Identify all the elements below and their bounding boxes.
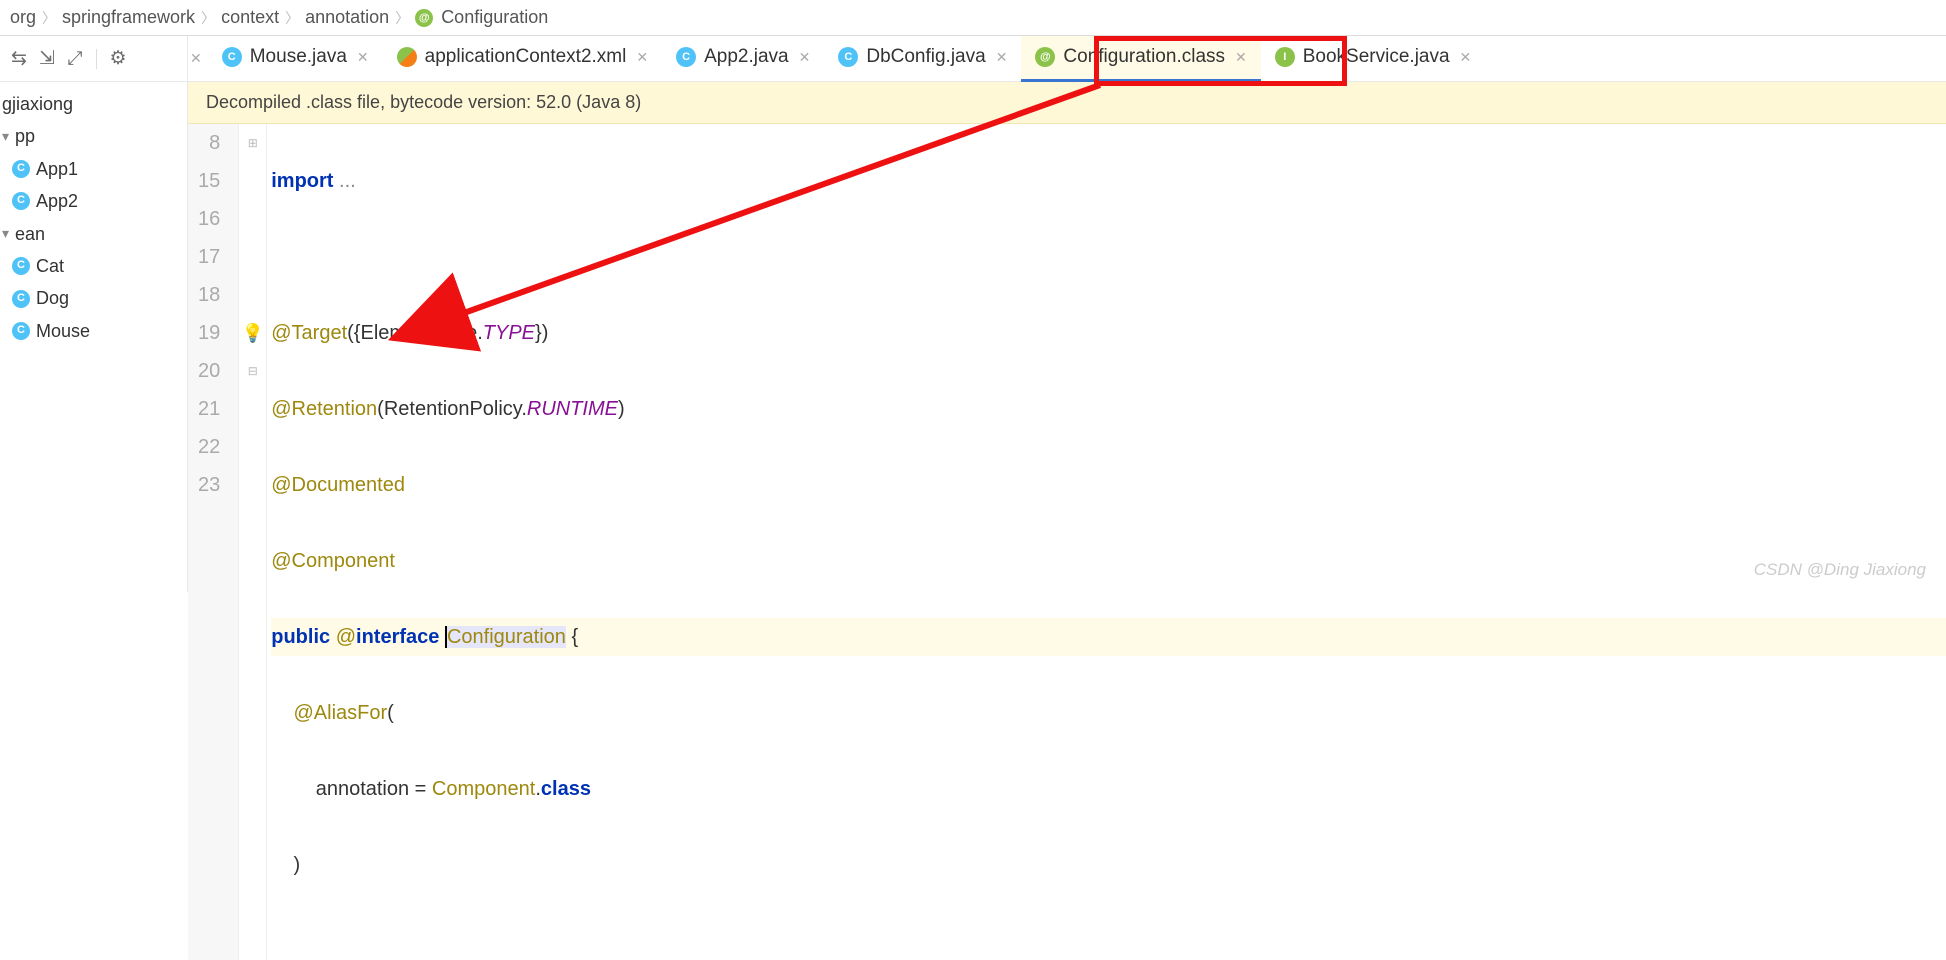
- tab-label: BookService.java: [1303, 46, 1450, 68]
- tree-class-cat[interactable]: C Cat: [2, 250, 187, 282]
- tab-dbconfig[interactable]: C DbConfig.java ✕: [824, 36, 1021, 82]
- chevron-right-icon: 〉: [42, 8, 56, 28]
- chevron-down-icon: ▾: [2, 124, 9, 149]
- line-gutter: 8 15 16 17 18 19 20 21 22 23: [188, 124, 239, 960]
- tree-root[interactable]: gjiaxiong: [2, 88, 187, 120]
- tab-label: App2.java: [704, 46, 789, 68]
- chevron-right-icon: 〉: [201, 8, 215, 28]
- class-icon: C: [12, 160, 30, 178]
- indent-icon[interactable]: ⇆: [8, 48, 30, 70]
- tree-pkg-ean[interactable]: ▾ean: [2, 218, 187, 250]
- chevron-down-icon: ▾: [2, 221, 9, 246]
- bulb-icon[interactable]: 💡: [239, 314, 266, 352]
- tree-label: App2: [36, 185, 78, 217]
- tree-class-app1[interactable]: C App1: [2, 153, 187, 185]
- tab-label: applicationContext2.xml: [425, 46, 627, 68]
- annotation-icon: @: [415, 9, 433, 27]
- xml-icon: [397, 47, 417, 67]
- class-icon: C: [12, 192, 30, 210]
- tree-pkg-pp[interactable]: ▾pp: [2, 120, 187, 152]
- chevron-right-icon: 〉: [285, 8, 299, 28]
- breadcrumb: org 〉 springframework 〉 context 〉 annotatio…: [0, 0, 1946, 36]
- close-icon[interactable]: ✕: [1460, 49, 1472, 66]
- tree-class-mouse[interactable]: C Mouse: [2, 315, 187, 347]
- class-icon: C: [12, 290, 30, 308]
- crumb-configuration[interactable]: Configuration: [441, 7, 548, 28]
- class-icon: C: [222, 47, 242, 67]
- project-tree: gjiaxiong ▾pp C App1 C App2 ▾ean C Cat C Dog…: [0, 82, 187, 353]
- decompiled-banner: Decompiled .class file, bytecode version…: [188, 82, 1946, 124]
- class-icon: C: [12, 257, 30, 275]
- close-icon[interactable]: ✕: [1235, 49, 1247, 66]
- gear-icon[interactable]: ⚙: [107, 48, 129, 70]
- sidebar-toolbar: ⇆ ⇲ ⤢ ⚙: [0, 36, 187, 82]
- annotation-icon: @: [1035, 47, 1055, 67]
- tree-class-app2[interactable]: C App2: [2, 185, 187, 217]
- tree-label: Mouse: [36, 315, 90, 347]
- tree-label: Dog: [36, 282, 69, 314]
- close-icon[interactable]: ✕: [190, 50, 202, 67]
- tab-configuration[interactable]: @ Configuration.class ✕: [1021, 36, 1260, 82]
- tab-app2[interactable]: C App2.java ✕: [662, 36, 824, 82]
- fold-icon[interactable]: ⊟: [239, 352, 266, 390]
- tab-mouse[interactable]: C Mouse.java ✕: [208, 36, 383, 82]
- crumb-springframework[interactable]: springframework: [62, 7, 195, 28]
- crumb-context[interactable]: context: [221, 7, 279, 28]
- tree-label: App1: [36, 153, 78, 185]
- close-icon[interactable]: ✕: [799, 49, 811, 66]
- tab-label: DbConfig.java: [866, 46, 985, 68]
- close-icon[interactable]: ✕: [996, 49, 1008, 66]
- crumb-annotation[interactable]: annotation: [305, 7, 389, 28]
- fold-icon[interactable]: ⊞: [239, 124, 266, 162]
- tab-label: Configuration.class: [1063, 46, 1225, 68]
- class-icon: C: [838, 47, 858, 67]
- close-icon[interactable]: ✕: [357, 49, 369, 66]
- code-body[interactable]: import ... @Target({ElementType.TYPE}) @…: [267, 124, 1946, 960]
- class-icon: C: [12, 322, 30, 340]
- tab-appcontext2[interactable]: applicationContext2.xml ✕: [383, 36, 662, 82]
- expand-icon[interactable]: ⤢: [64, 48, 86, 70]
- tab-bookservice[interactable]: I BookService.java ✕: [1261, 36, 1486, 82]
- collapse-icon[interactable]: ⇲: [36, 48, 58, 70]
- tree-label: Cat: [36, 250, 64, 282]
- watermark: CSDN @Ding Jiaxiong: [1754, 560, 1926, 580]
- interface-icon: I: [1275, 47, 1295, 67]
- chevron-right-icon: 〉: [395, 8, 409, 28]
- fold-column: ⊞ 💡 ⊟: [239, 124, 267, 960]
- close-icon[interactable]: ✕: [636, 49, 648, 66]
- class-icon: C: [676, 47, 696, 67]
- project-sidebar: ⇆ ⇲ ⤢ ⚙ gjiaxiong ▾pp C App1 C App2 ▾ean C…: [0, 36, 188, 592]
- editor-tabs: ✕ CMouse.java✕ applicationContext2.xml✕ …: [188, 36, 1946, 82]
- editor-main: ✕ CMouse.java✕ applicationContext2.xml✕ …: [188, 36, 1946, 592]
- separator: [96, 49, 97, 69]
- code-editor[interactable]: 8 15 16 17 18 19 20 21 22 23 ⊞ 💡 ⊟ impor…: [188, 124, 1946, 960]
- tree-class-dog[interactable]: C Dog: [2, 282, 187, 314]
- crumb-org[interactable]: org: [10, 7, 36, 28]
- tab-label: Mouse.java: [250, 46, 347, 68]
